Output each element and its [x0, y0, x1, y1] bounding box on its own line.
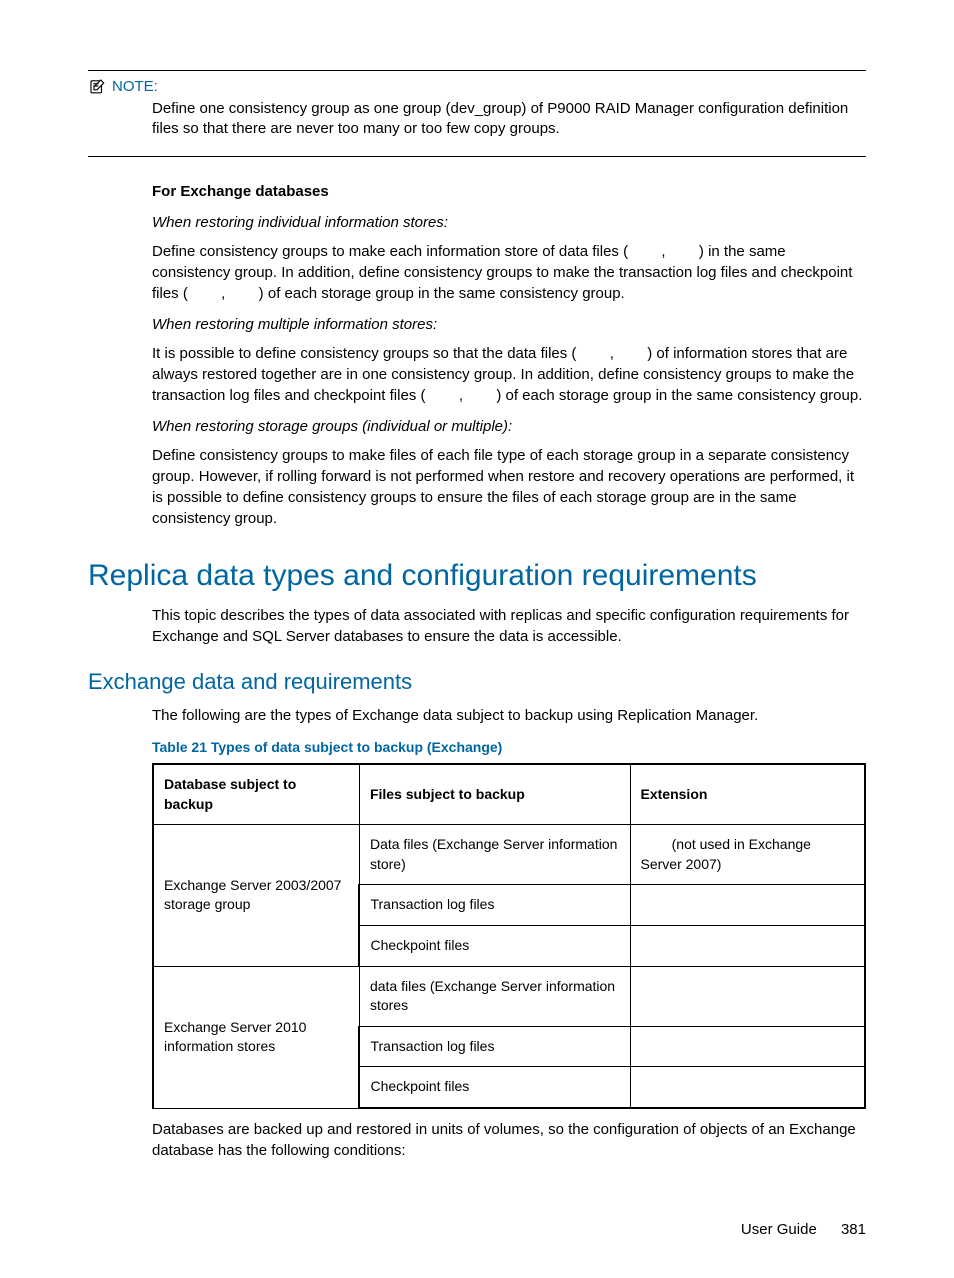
note-label: NOTE: — [112, 78, 158, 95]
note-icon — [88, 77, 106, 95]
table-cell: Data files (Exchange Server information … — [359, 825, 630, 885]
restore-multiple-heading: When restoring multiple information stor… — [152, 314, 866, 335]
restore-individual-heading: When restoring individual information st… — [152, 212, 866, 233]
table-cell — [630, 926, 865, 967]
backup-types-table: Database subject to backup Files subject… — [152, 763, 866, 1109]
section-heading: Replica data types and configuration req… — [88, 559, 866, 593]
table-cell — [630, 966, 865, 1026]
restore-storage-heading: When restoring storage groups (individua… — [152, 416, 866, 437]
table-cell: Exchange Server 2010 information stores — [153, 966, 359, 1108]
subsection-intro: The following are the types of Exchange … — [152, 705, 866, 726]
table-cell — [630, 1026, 865, 1067]
table-cell: (not used in Exchange Server 2007) — [630, 825, 865, 885]
table-cell: Checkpoint files — [359, 1067, 630, 1108]
table-caption: Table 21 Types of data subject to backup… — [152, 738, 866, 758]
table-row: Exchange Server 2010 information stores … — [153, 966, 865, 1026]
table-header: Extension — [630, 764, 865, 825]
page-number: 381 — [841, 1221, 866, 1238]
table-cell — [630, 1067, 865, 1108]
table-header: Files subject to backup — [359, 764, 630, 825]
note-block: NOTE: Define one consistency group as on… — [88, 70, 866, 157]
restore-individual-body: Define consistency groups to make each i… — [152, 241, 866, 304]
table-row: Exchange Server 2003/2007 storage group … — [153, 825, 865, 885]
table-cell: Transaction log files — [359, 885, 630, 926]
page-footer: User Guide 381 — [88, 1221, 866, 1238]
table-cell: Transaction log files — [359, 1026, 630, 1067]
note-body: Define one consistency group as one grou… — [152, 99, 866, 150]
table-cell — [630, 885, 865, 926]
exchange-heading: For Exchange databases — [152, 181, 866, 202]
restore-multiple-body: It is possible to define consistency gro… — [152, 343, 866, 406]
restore-storage-body: Define consistency groups to make files … — [152, 445, 866, 529]
after-table-para: Databases are backed up and restored in … — [152, 1119, 866, 1161]
table-header: Database subject to backup — [153, 764, 359, 825]
footer-label: User Guide — [741, 1221, 817, 1238]
section-intro: This topic describes the types of data a… — [152, 605, 866, 647]
subsection-heading: Exchange data and requirements — [88, 669, 866, 695]
table-cell: Checkpoint files — [359, 926, 630, 967]
table-cell: Exchange Server 2003/2007 storage group — [153, 825, 359, 966]
table-cell: data files (Exchange Server information … — [359, 966, 630, 1026]
